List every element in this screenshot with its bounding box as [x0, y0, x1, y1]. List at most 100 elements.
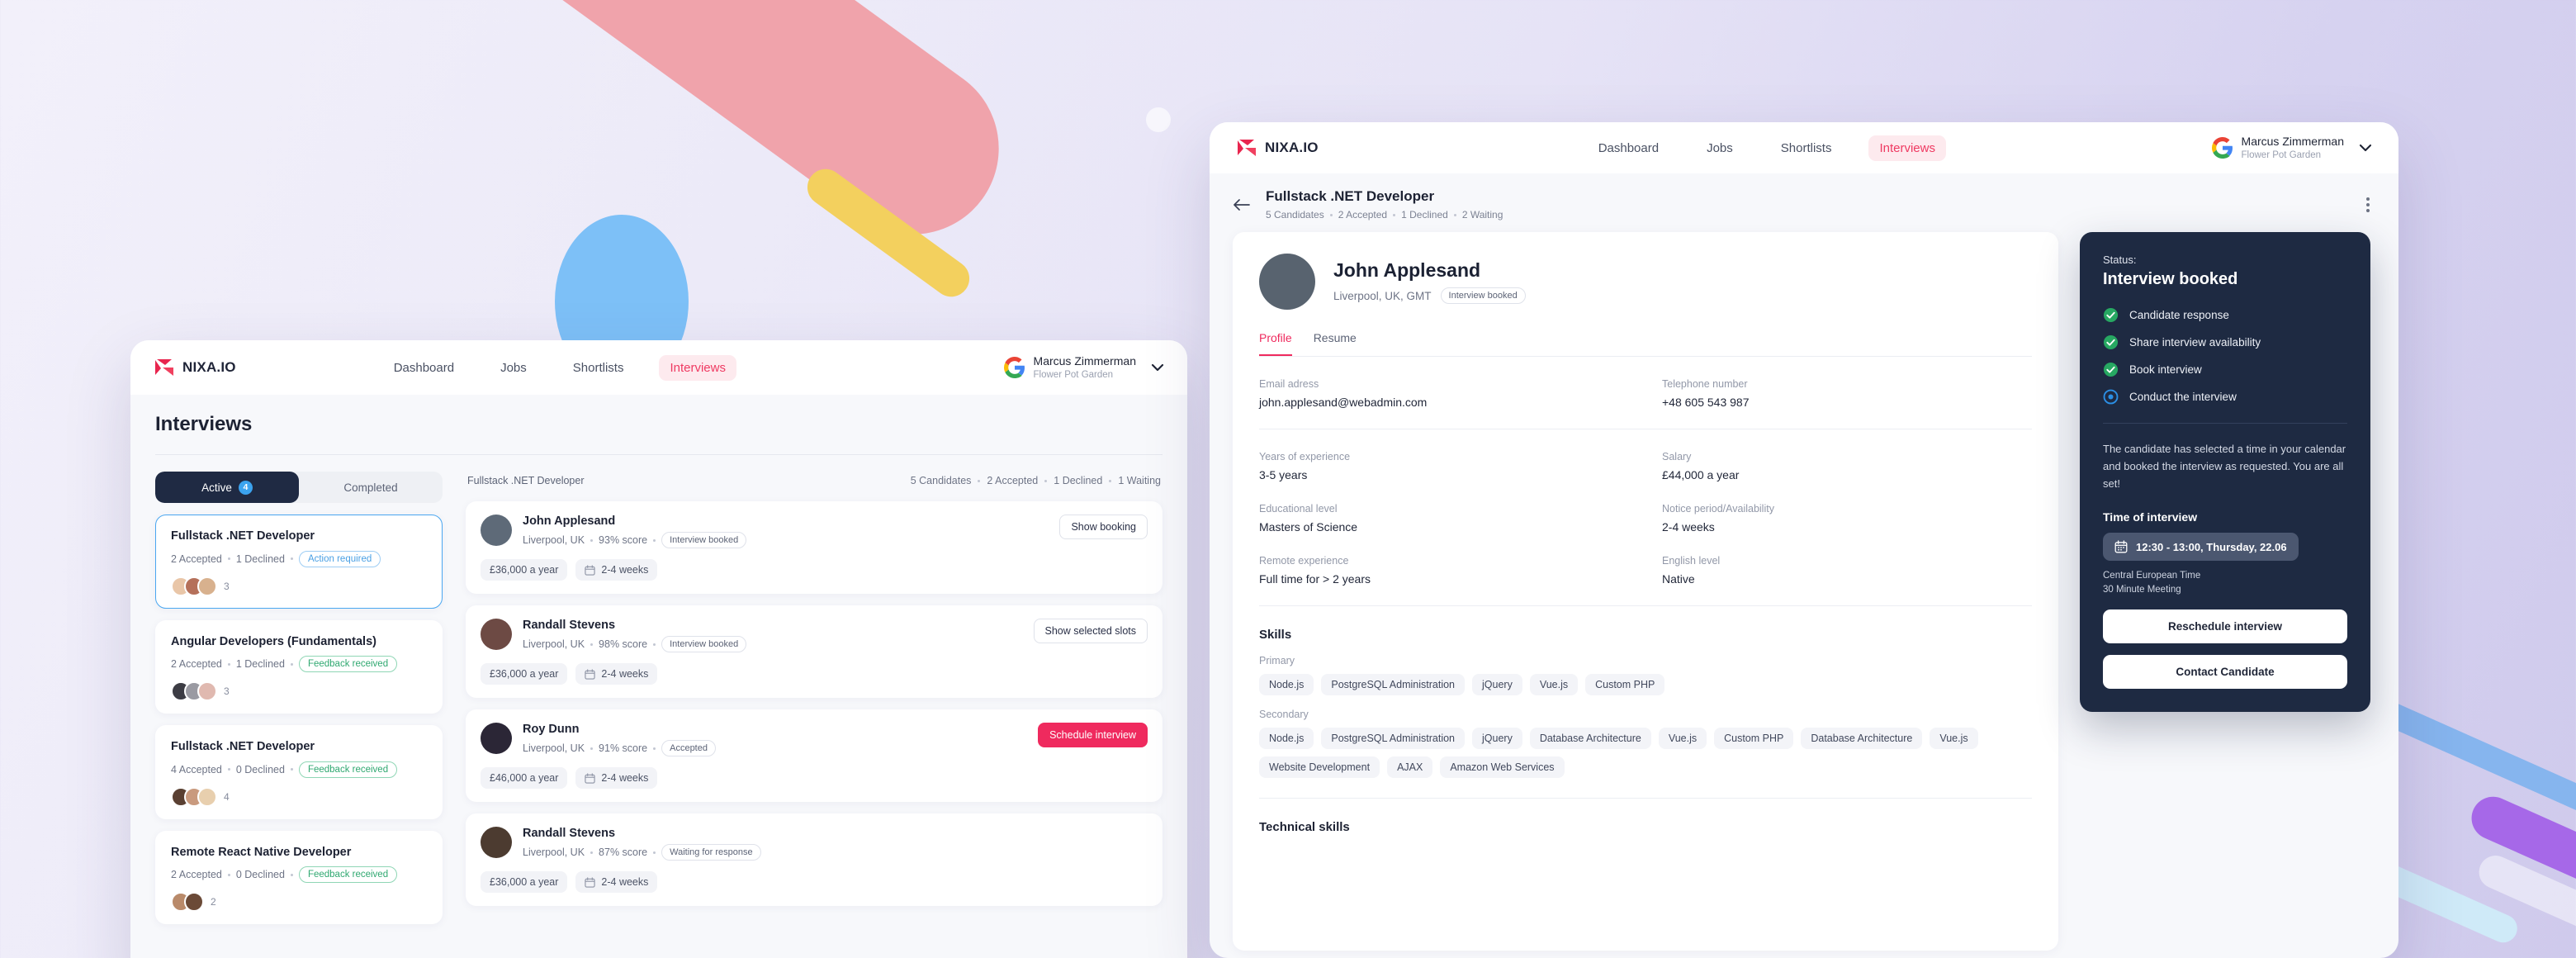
candidate-card[interactable]: Show selected slots Randall Stevens Live… [466, 605, 1163, 698]
job-accepted: 4 Accepted [171, 763, 222, 775]
back-arrow-icon[interactable] [1233, 198, 1251, 211]
status-step-label: Share interview availability [2129, 336, 2261, 349]
job-card-title: Fullstack .NET Developer [171, 529, 315, 543]
field-value: Masters of Science [1259, 520, 1358, 534]
field-label: Years of experience [1259, 451, 1351, 462]
candidate-row: Randall Stevens Liverpool, UK 87% score … [481, 827, 1148, 861]
job-card[interactable]: Angular Developers (Fundamentals) 2 Acce… [155, 619, 443, 714]
status-title: Interview booked [2103, 270, 2238, 288]
show-booking-button[interactable]: Show booking [1059, 515, 1148, 539]
nav-item-dashboard[interactable]: Dashboard [1588, 135, 1669, 161]
nav-item-jobs[interactable]: Jobs [1696, 135, 1744, 161]
candidate-name: Randall Stevens [523, 827, 616, 840]
candidate-avatar [481, 619, 512, 650]
job-card[interactable]: Remote React Native Developer 2 Accepted… [155, 830, 443, 925]
divider [1259, 605, 2032, 606]
field-label: Notice period/Availability [1662, 503, 1774, 515]
nav-item-interviews[interactable]: Interviews [1868, 135, 1946, 161]
tab-profile[interactable]: Profile [1259, 331, 1292, 356]
job-card[interactable]: Fullstack .NET Developer 2 Accepted 1 De… [155, 515, 443, 609]
candidate-card[interactable]: Schedule interview Roy Dunn Liverpool, U… [466, 709, 1163, 802]
job-avatar-count: 3 [224, 685, 230, 698]
decor-pink-bar [371, 0, 1033, 269]
dot-separator [227, 662, 230, 666]
front-window-topbar: NIXA.IO Dashboard Jobs Shortlists Interv… [1210, 122, 2398, 173]
status-step-label: Candidate response [2129, 309, 2229, 321]
count-candidates: 5 Candidates [1266, 209, 1324, 221]
chevron-down-icon[interactable] [2359, 144, 2372, 152]
user-menu[interactable]: Marcus Zimmerman Flower Pot Garden [2211, 135, 2372, 161]
field-remote-experience: Remote experience Full time for > 2 year… [1259, 555, 1629, 586]
skill-chip: Node.js [1259, 728, 1314, 749]
job-avatar-stack: 2 [171, 892, 427, 913]
status-steps: Candidate response Share interview avail… [2103, 307, 2347, 405]
candidate-tags: £46,000 a year 2-4 weeks [481, 767, 1148, 789]
field-value: 2-4 weeks [1662, 520, 1715, 534]
count-accepted: 2 Accepted [1338, 209, 1388, 221]
calendar-icon [585, 564, 596, 576]
skills-primary-label: Primary [1259, 655, 1295, 666]
job-card-title: Angular Developers (Fundamentals) [171, 634, 376, 648]
job-accepted: 2 Accepted [171, 869, 222, 881]
back-window-body: Interviews Active 4 Completed Fullstack … [130, 395, 1187, 925]
profile-name: John Applesand [1333, 259, 1481, 281]
user-name: Marcus Zimmerman [1033, 354, 1136, 368]
tab-completed[interactable]: Completed [299, 472, 443, 503]
candidate-name: John Applesand [523, 515, 616, 528]
interview-slot[interactable]: 12:30 - 13:00, Thursday, 22.06 [2103, 533, 2299, 562]
candidate-status-badge: Interview booked [661, 636, 747, 652]
dot-separator [1109, 479, 1112, 482]
tab-active[interactable]: Active 4 [155, 472, 299, 503]
status-step: Candidate response [2103, 307, 2347, 323]
calendar-icon [585, 668, 596, 680]
dot-separator [290, 662, 293, 666]
dot-separator [590, 643, 594, 646]
candidate-notice-text: 2-4 weeks [601, 564, 649, 576]
tab-active-count: 4 [238, 480, 253, 495]
candidate-meta: Liverpool, UK 91% score Accepted [523, 740, 716, 756]
count-declined: 1 Declined [1054, 475, 1103, 486]
status-label: Status: [2103, 254, 2137, 266]
reschedule-interview-button[interactable]: Reschedule interview [2103, 609, 2347, 643]
detail-subheader: Fullstack .NET Developer 5 Candidates 2 … [1210, 173, 2398, 232]
chevron-down-icon[interactable] [1151, 363, 1164, 372]
candidate-salary-tag: £36,000 a year [481, 663, 568, 685]
user-menu[interactable]: Marcus Zimmerman Flower Pot Garden [1003, 354, 1164, 381]
skills-primary-chips: Node.js PostgreSQL Administration jQuery… [1259, 674, 2032, 695]
nav-item-interviews[interactable]: Interviews [659, 354, 736, 381]
profile-card: John Applesand Liverpool, UK, GMT Interv… [1233, 232, 2058, 951]
nav-item-shortlists[interactable]: Shortlists [1770, 135, 1843, 161]
brand-logo[interactable]: NIXA.IO [1236, 138, 1319, 158]
candidate-notice-text: 2-4 weeks [601, 668, 649, 680]
skills-secondary-label: Secondary [1259, 709, 1309, 720]
skill-chip: Amazon Web Services [1440, 756, 1565, 778]
candidate-location: Liverpool, UK [523, 638, 585, 650]
interview-duration: 30 Minute Meeting [2103, 585, 2181, 595]
candidate-card[interactable]: Show booking John Applesand Liverpool, U… [466, 501, 1163, 594]
brand-name: NIXA.IO [182, 359, 236, 375]
contact-candidate-button[interactable]: Contact Candidate [2103, 654, 2347, 689]
more-options-icon[interactable] [2366, 195, 2370, 215]
nav-item-dashboard[interactable]: Dashboard [383, 355, 465, 381]
technical-skills-section-title: Technical skills [1259, 820, 1350, 834]
nav-item-shortlists[interactable]: Shortlists [562, 355, 635, 381]
candidate-card[interactable]: Randall Stevens Liverpool, UK 87% score … [466, 813, 1163, 906]
candidate-score: 91% score [599, 742, 648, 754]
candidate-notice-tag: 2-4 weeks [575, 559, 658, 581]
nav-item-jobs[interactable]: Jobs [490, 355, 537, 381]
job-avatar-stack: 4 [171, 786, 427, 807]
show-selected-slots-button[interactable]: Show selected slots [1033, 619, 1148, 643]
tab-active-label: Active [201, 481, 232, 494]
candidate-detail-window: NIXA.IO Dashboard Jobs Shortlists Interv… [1210, 122, 2398, 958]
field-label: Telephone number [1662, 378, 1748, 390]
candidate-name: Randall Stevens [523, 619, 616, 632]
schedule-interview-button[interactable]: Schedule interview [1038, 723, 1148, 747]
tab-resume[interactable]: Resume [1314, 331, 1357, 356]
job-declined: 0 Declined [235, 869, 285, 881]
job-card[interactable]: Fullstack .NET Developer 4 Accepted 0 De… [155, 725, 443, 819]
job-status-badge: Feedback received [298, 761, 398, 778]
skill-chip: Vue.js [1529, 674, 1579, 695]
brand-logo[interactable]: NIXA.IO [154, 358, 236, 377]
job-avatar-stack: 3 [171, 576, 427, 596]
field-value: Full time for > 2 years [1259, 572, 1371, 586]
